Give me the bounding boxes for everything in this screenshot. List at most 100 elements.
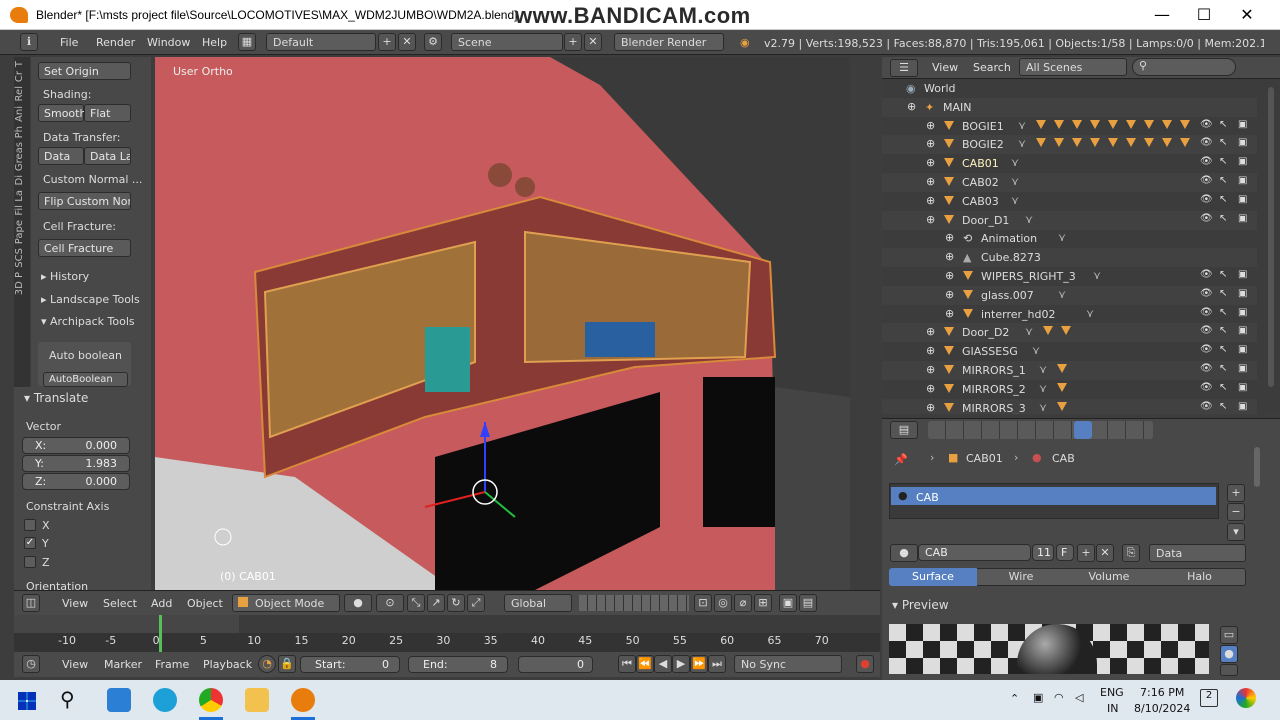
tab-la[interactable]: La	[14, 190, 25, 202]
expand-icon[interactable]: ⊕	[926, 325, 935, 338]
viewport-menu-add[interactable]: Add	[151, 597, 172, 610]
render-toggle-icon[interactable]: ▣	[1238, 213, 1247, 224]
outliner-row[interactable]: ⊕ CAB01 ⋎ 👁 ↖ ▣	[882, 154, 1257, 173]
expand-icon[interactable]: ⊕	[907, 100, 916, 113]
tab-fil[interactable]: Fil	[14, 205, 25, 216]
render-toggle-icon[interactable]: ▣	[1238, 307, 1247, 318]
visibility-icon[interactable]: 👁	[1200, 156, 1213, 167]
snap-target-icon[interactable]: ⊞	[754, 594, 772, 612]
selectable-icon[interactable]: ↖	[1219, 363, 1227, 374]
pin-icon[interactable]: 📌	[894, 453, 908, 466]
manipulator-icon[interactable]: ⤡	[407, 594, 425, 612]
tab-tools[interactable]: T	[14, 61, 25, 67]
constraint-z-checkbox[interactable]	[24, 556, 36, 568]
rotate-icon[interactable]: ↻	[447, 594, 465, 612]
selectable-icon[interactable]: ↖	[1219, 119, 1227, 130]
archipack-panel-header[interactable]: ▾ Archipack Tools	[41, 315, 135, 328]
visibility-icon[interactable]: 👁	[1200, 119, 1213, 130]
render-toggle-icon[interactable]: ▣	[1238, 363, 1247, 374]
expand-icon[interactable]: ⊕	[945, 288, 954, 301]
expand-icon[interactable]: ⊕	[926, 194, 935, 207]
tab-di[interactable]: Di	[14, 175, 25, 185]
properties-context-tabs[interactable]	[928, 421, 1153, 439]
chrome-icon[interactable]	[199, 688, 223, 712]
clock-date[interactable]: 8/10/2024	[1134, 702, 1190, 715]
material-name-field[interactable]: CAB	[918, 544, 1031, 561]
notification-icon[interactable]: 2	[1200, 689, 1218, 707]
region-label[interactable]: IN	[1107, 702, 1118, 715]
selectable-icon[interactable]: ↖	[1219, 156, 1227, 167]
tab-3dp[interactable]: 3D P	[14, 272, 25, 295]
material-users-count[interactable]: 11	[1032, 544, 1054, 561]
outliner-row[interactable]: ⊕ GIASSESG ⋎ 👁 ↖ ▣	[882, 342, 1257, 361]
expand-icon[interactable]: ⊕	[945, 307, 954, 320]
operator-title[interactable]: ▾ Translate	[24, 391, 88, 405]
jump-end-icon[interactable]: ⏭	[708, 655, 726, 673]
outliner-row[interactable]: ⊕ Door_D2 ⋎ 👁 ↖ ▣	[882, 323, 1257, 343]
timeline-editor-icon[interactable]: ◷	[22, 655, 40, 673]
timeline-area[interactable]: -10 -5 0 5 10 15 20 25 30 35 40 45 50 55 60 65 70	[14, 615, 880, 652]
render-toggle-icon[interactable]: ▣	[1238, 401, 1247, 412]
tray-device-icon[interactable]: ▣	[1033, 691, 1043, 704]
expand-icon[interactable]: ⊕	[926, 344, 935, 357]
visibility-icon[interactable]: 👁	[1200, 194, 1213, 205]
maximize-button[interactable]: ☐	[1184, 5, 1224, 25]
menu-window[interactable]: Window	[147, 36, 190, 49]
browse-material-icon[interactable]: ●	[890, 544, 918, 562]
constraint-x-checkbox[interactable]	[24, 519, 36, 531]
scale-icon[interactable]: ⤢	[467, 594, 485, 612]
auto-boolean-button[interactable]: AutoBoolean	[43, 372, 128, 387]
selectable-icon[interactable]: ↖	[1219, 288, 1227, 299]
render-toggle-icon[interactable]: ▣	[1238, 137, 1247, 148]
fake-user-toggle[interactable]: F	[1056, 544, 1074, 561]
add-layout-icon[interactable]: +	[378, 33, 396, 51]
outliner-row[interactable]: ◉ World	[882, 79, 1257, 98]
colorful-app-icon[interactable]	[1236, 688, 1256, 708]
viewport-menu-view[interactable]: View	[62, 597, 88, 610]
search-icon[interactable]: ⚲	[60, 687, 75, 711]
landscape-panel-header[interactable]: ▸ Landscape Tools	[41, 293, 140, 306]
tab-animation[interactable]: Ani	[14, 106, 25, 122]
visibility-icon[interactable]: 👁	[1200, 213, 1213, 224]
visibility-icon[interactable]: 👁	[1200, 382, 1213, 393]
render-toggle-icon[interactable]: ▣	[1238, 344, 1247, 355]
pivot-icon[interactable]: ⊙	[376, 594, 404, 612]
outliner-menu-search[interactable]: Search	[973, 61, 1011, 74]
outliner-row[interactable]: ⊕ interrer_hd02 ⋎ 👁 ↖ ▣	[882, 305, 1257, 324]
outliner-filter-select[interactable]: All Scenes	[1019, 58, 1127, 76]
preview-cube-icon[interactable]	[1220, 664, 1238, 676]
edge-icon[interactable]	[153, 688, 177, 712]
tab-grease[interactable]: Greas	[14, 142, 25, 171]
properties-scrollbar[interactable]	[1254, 447, 1260, 487]
expand-icon[interactable]: ⊕	[926, 119, 935, 132]
orientation-select[interactable]: Global	[504, 594, 572, 612]
selectable-icon[interactable]: ↖	[1219, 269, 1227, 280]
outliner-row[interactable]: ⊕ ▲ Cube.8273	[882, 248, 1257, 268]
render-toggle-icon[interactable]: ▣	[1238, 119, 1247, 130]
selectable-icon[interactable]: ↖	[1219, 194, 1227, 205]
tab-volume[interactable]: Volume	[1065, 568, 1153, 586]
tab-pape[interactable]: Pape	[14, 220, 25, 244]
smooth-button[interactable]: Smooth	[38, 104, 86, 122]
clock-time[interactable]: 7:16 PM	[1140, 686, 1184, 699]
outliner-row[interactable]: ⊕ glass.007 ⋎ 👁 ↖ ▣	[882, 285, 1257, 305]
render-toggle-icon[interactable]: ▣	[1238, 325, 1247, 336]
play-icon[interactable]: ▶	[672, 655, 690, 673]
tab-wire[interactable]: Wire	[977, 568, 1065, 586]
outliner-row[interactable]: ⊕ ✦ MAIN	[882, 97, 1257, 117]
cell-fracture-button[interactable]: Cell Fracture	[38, 239, 131, 257]
outliner-scrollbar[interactable]	[1268, 87, 1274, 387]
layers-grid[interactable]	[579, 595, 689, 611]
flip-custom-normals-button[interactable]: Flip Custom Nor...	[38, 192, 131, 210]
new-material-icon[interactable]: +	[1077, 544, 1095, 562]
history-panel-header[interactable]: ▸ History	[41, 270, 89, 283]
outliner-search-field[interactable]: ⚲	[1132, 58, 1236, 76]
vector-x-field[interactable]: X: 0.000	[22, 437, 130, 454]
translate-icon[interactable]: ↗	[427, 594, 445, 612]
outliner-row[interactable]: ⊕ BOGIE2 ⋎ 👁 ↖ ▣	[882, 135, 1257, 155]
outliner-row[interactable]: ⊕ ⟲ Animation ⋎	[882, 229, 1257, 248]
menu-render[interactable]: Render	[96, 36, 135, 49]
viewport-menu-select[interactable]: Select	[103, 597, 137, 610]
3d-viewport[interactable]: User Ortho (0) CAB01	[155, 57, 850, 590]
data-button[interactable]: Data	[38, 147, 84, 165]
